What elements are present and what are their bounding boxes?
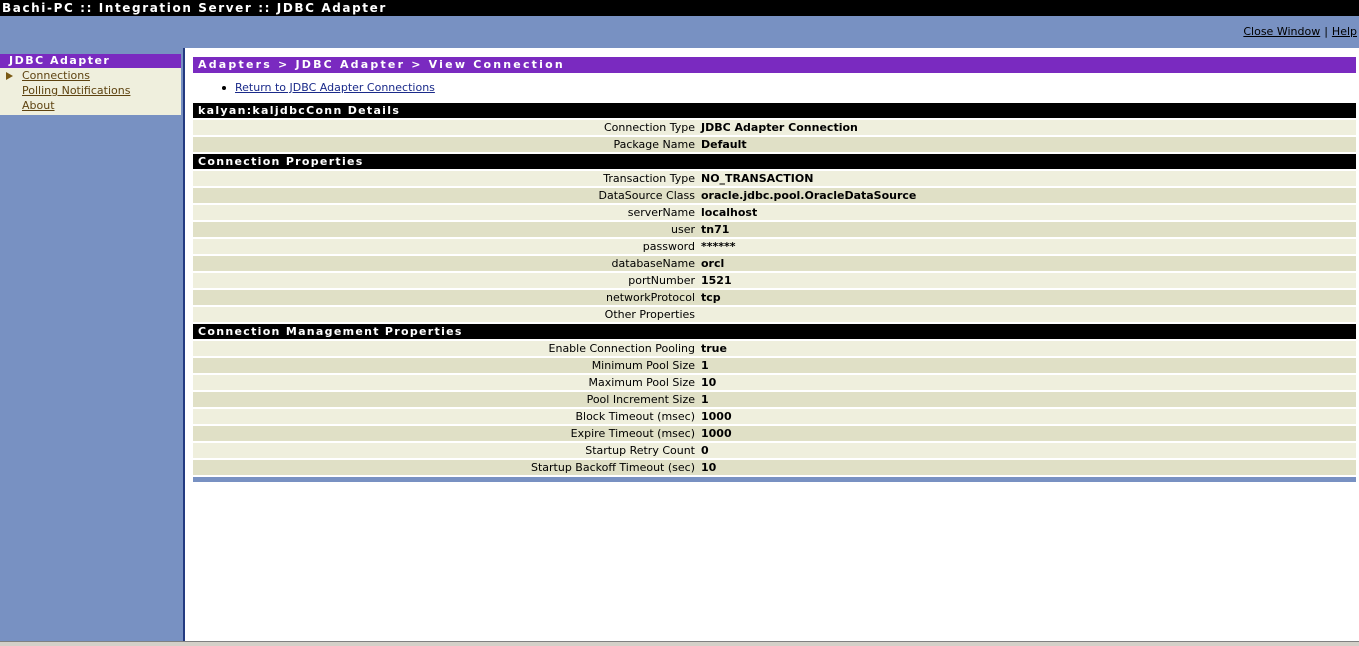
property-value: orcl xyxy=(701,257,725,270)
sidebar-menu: JDBC Adapter Connections Polling Notific… xyxy=(0,54,181,115)
table-row: portNumber 1521 xyxy=(193,273,1356,288)
return-row: Return to JDBC Adapter Connections xyxy=(193,81,1356,101)
property-label: Startup Retry Count xyxy=(585,444,695,457)
property-label: Block Timeout (msec) xyxy=(575,410,695,423)
property-value: true xyxy=(701,342,727,355)
table-row: DataSource Class oracle.jdbc.pool.Oracle… xyxy=(193,188,1356,203)
help-link[interactable]: Help xyxy=(1332,25,1357,38)
property-label: Startup Backoff Timeout (sec) xyxy=(530,461,695,474)
property-label: Package Name xyxy=(613,138,695,151)
property-value: JDBC Adapter Connection xyxy=(701,121,858,134)
property-value: 1 xyxy=(701,359,709,372)
return-to-connections-link[interactable]: Return to JDBC Adapter Connections xyxy=(235,81,435,94)
property-label: user xyxy=(671,223,695,236)
table-row: user tn71 xyxy=(193,222,1356,237)
property-label: databaseName xyxy=(611,257,695,270)
table-row: Startup Retry Count 0 xyxy=(193,443,1356,458)
table-row: Other Properties xyxy=(193,307,1356,322)
table-row: Connection Type JDBC Adapter Connection xyxy=(193,120,1356,135)
property-label: serverName xyxy=(627,206,695,219)
details-heading: kalyan:kaljdbcConn Details xyxy=(193,103,1356,118)
property-value: 1 xyxy=(701,393,709,406)
property-label: password xyxy=(642,240,695,253)
property-value: localhost xyxy=(701,206,758,219)
property-value: 1000 xyxy=(701,427,732,440)
property-value: 1000 xyxy=(701,410,732,423)
table-row: Transaction Type NO_TRANSACTION xyxy=(193,171,1356,186)
property-value: ****** xyxy=(701,240,736,253)
window-title: Bachi-PC :: Integration Server :: JDBC A… xyxy=(0,0,1359,16)
property-value: 1521 xyxy=(701,274,732,287)
table-row: networkProtocol tcp xyxy=(193,290,1356,305)
property-value: Default xyxy=(701,138,747,151)
property-value: 0 xyxy=(701,444,709,457)
property-label: Expire Timeout (msec) xyxy=(570,427,695,440)
property-value: 10 xyxy=(701,376,717,389)
sidebar-item-polling-notifications: Polling Notifications xyxy=(0,83,181,98)
property-label: Enable Connection Pooling xyxy=(548,342,695,355)
table-row: Minimum Pool Size 1 xyxy=(193,358,1356,373)
table-row: Pool Increment Size 1 xyxy=(193,392,1356,407)
table-row: serverName localhost xyxy=(193,205,1356,220)
property-label: Connection Type xyxy=(603,121,695,134)
table-row: Enable Connection Pooling true xyxy=(193,341,1356,356)
table-row: Block Timeout (msec) 1000 xyxy=(193,409,1356,424)
property-value: tcp xyxy=(701,291,721,304)
connection-properties-heading: Connection Properties xyxy=(193,154,1356,169)
property-label: DataSource Class xyxy=(598,189,695,202)
sidebar-item-about: About xyxy=(0,98,181,113)
table-footer-bar xyxy=(193,477,1356,482)
connections-link[interactable]: Connections xyxy=(22,69,90,82)
connection-management-heading: Connection Management Properties xyxy=(193,324,1356,339)
sidebar-item-connections: Connections xyxy=(0,68,181,83)
top-links-separator: | xyxy=(1324,25,1328,38)
table-row: Maximum Pool Size 10 xyxy=(193,375,1356,390)
breadcrumb: Adapters > JDBC Adapter > View Connectio… xyxy=(193,57,1356,73)
property-label: portNumber xyxy=(628,274,695,287)
table-row: password ****** xyxy=(193,239,1356,254)
main-content: Adapters > JDBC Adapter > View Connectio… xyxy=(193,57,1356,482)
property-label: networkProtocol xyxy=(606,291,695,304)
top-links: Close Window | Help xyxy=(1243,25,1357,38)
close-window-link[interactable]: Close Window xyxy=(1243,25,1320,38)
property-value: tn71 xyxy=(701,223,730,236)
property-label: Maximum Pool Size xyxy=(588,376,695,389)
table-row: Package Name Default xyxy=(193,137,1356,152)
property-value: 10 xyxy=(701,461,717,474)
property-label: Pool Increment Size xyxy=(586,393,695,406)
selected-arrow-icon xyxy=(6,72,13,80)
bullet-icon xyxy=(222,86,226,90)
polling-notifications-link[interactable]: Polling Notifications xyxy=(22,84,130,97)
top-band xyxy=(0,16,1359,48)
property-label: Transaction Type xyxy=(603,172,695,185)
about-link[interactable]: About xyxy=(22,99,55,112)
property-value: NO_TRANSACTION xyxy=(701,172,814,185)
sidebar: JDBC Adapter Connections Polling Notific… xyxy=(0,48,185,646)
property-value xyxy=(701,307,1356,322)
sidebar-header: JDBC Adapter xyxy=(0,54,181,68)
property-value: oracle.jdbc.pool.OracleDataSource xyxy=(701,189,917,202)
table-row: Startup Backoff Timeout (sec) 10 xyxy=(193,460,1356,475)
property-label: Other Properties xyxy=(604,308,695,321)
bottom-frame-edge xyxy=(0,641,1359,646)
table-row: Expire Timeout (msec) 1000 xyxy=(193,426,1356,441)
table-row: databaseName orcl xyxy=(193,256,1356,271)
property-label: Minimum Pool Size xyxy=(591,359,695,372)
